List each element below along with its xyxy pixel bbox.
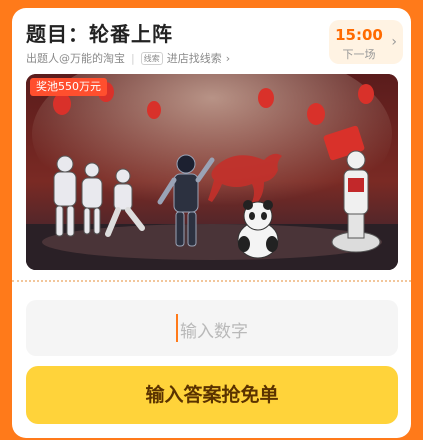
hero-image: 奖池550万元 xyxy=(26,74,398,270)
answer-placeholder: 输入数字 xyxy=(180,322,248,342)
clue-link[interactable]: 进店找线索 xyxy=(167,50,222,66)
quiz-meta: 出题人@万能的淘宝 | 线索 进店找线索 › xyxy=(26,50,230,66)
next-round-label: 下一场 xyxy=(342,48,376,61)
robot-stage-illustration xyxy=(26,74,398,270)
clue-chevron-icon: › xyxy=(225,51,231,65)
answer-input[interactable]: 输入数字 xyxy=(26,300,398,356)
author-label[interactable]: 出题人@万能的淘宝 xyxy=(26,50,125,66)
text-caret xyxy=(176,314,178,342)
next-round-button[interactable]: 15:00 下一场 › xyxy=(329,20,403,64)
submit-answer-button[interactable]: 输入答案抢免单 xyxy=(26,366,398,424)
prize-pool-badge: 奖池550万元 xyxy=(30,78,107,96)
quiz-card: 题目：轮番上阵 出题人@万能的淘宝 | 线索 进店找线索 › 15:00 下一场… xyxy=(12,8,411,438)
dotted-divider xyxy=(12,280,411,284)
meta-separator: | xyxy=(131,51,135,65)
chevron-right-icon: › xyxy=(391,34,397,50)
next-round-time: 15:00 xyxy=(335,26,383,44)
quiz-title: 题目：轮番上阵 xyxy=(26,22,173,46)
clue-tag-icon: 线索 xyxy=(140,51,163,65)
